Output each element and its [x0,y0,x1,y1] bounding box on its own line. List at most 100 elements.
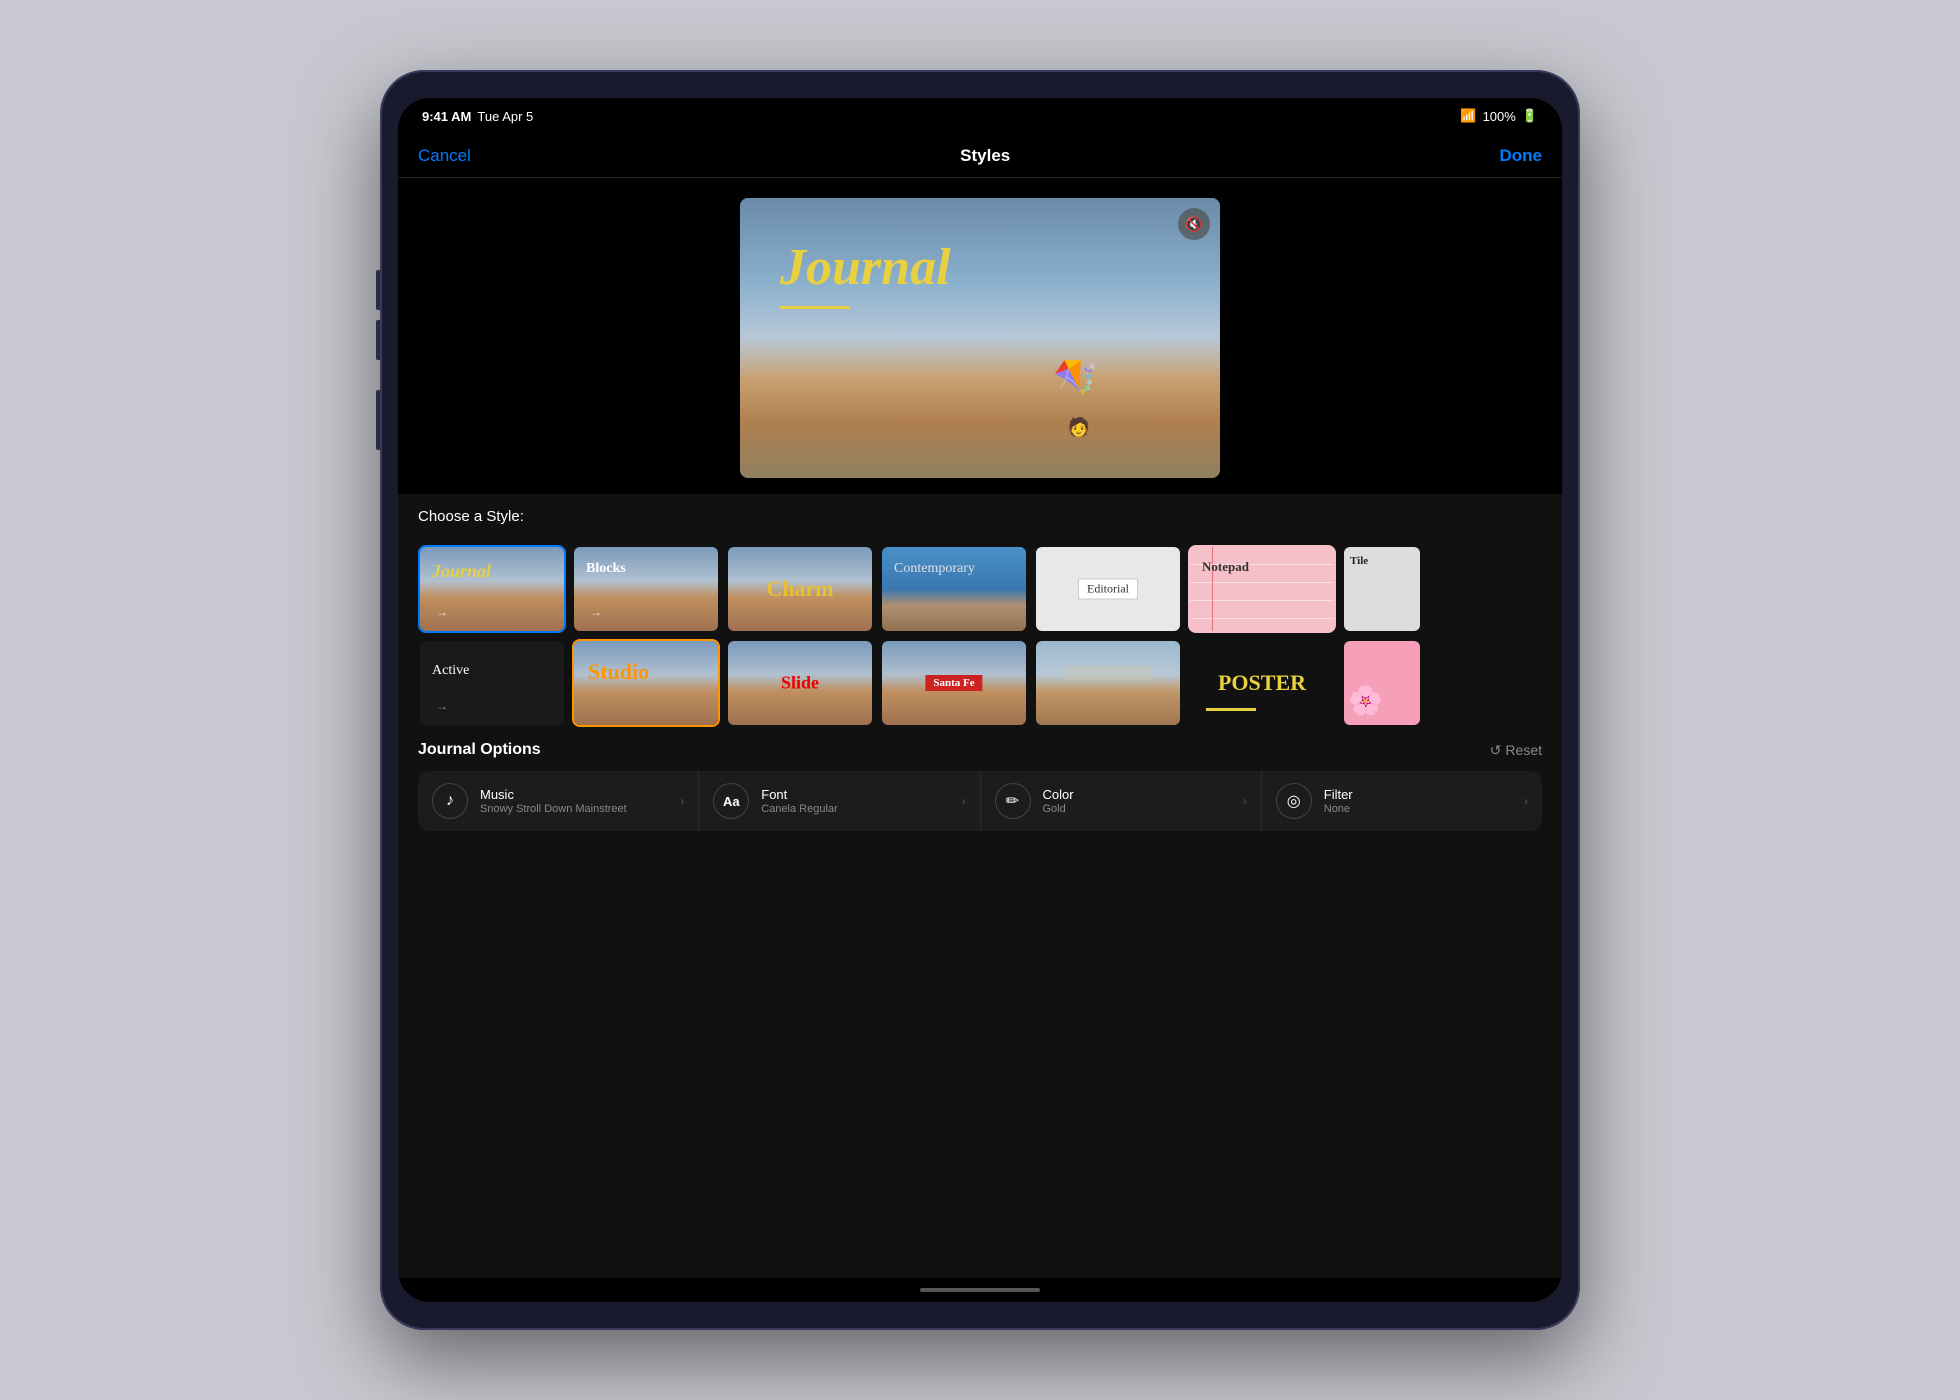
poster-underline [1206,708,1256,711]
home-bar[interactable] [920,1288,1040,1292]
done-button[interactable]: Done [1499,146,1542,166]
chevron-color-icon: › [1243,794,1247,808]
thumb-arrow-active: → [436,699,448,713]
volume-up-button[interactable] [376,270,380,310]
wifi-icon: 📶 [1460,108,1476,124]
thumb-label-blocks: Blocks [586,561,626,577]
thumb-label-active: Active [432,663,469,679]
thumb-arrow-journal: → [436,605,448,619]
chevron-music-icon: › [680,794,684,808]
option-value-filter: None [1324,803,1512,815]
preview-area: Journal 🪁 🧑 🔇 [398,178,1562,494]
filter-icon: ◎ [1287,791,1301,811]
style-thumb-slide[interactable]: Slide [726,639,874,727]
color-icon-bg: ✏ [995,783,1031,819]
cancel-button[interactable]: Cancel [418,146,471,166]
reset-button[interactable]: ↺ Reset [1490,742,1542,759]
thumb-label-tile: Tile [1350,555,1368,567]
reset-label: Reset [1505,742,1542,758]
style-row-2: Active → Studio Slide [418,639,1542,727]
choose-style-label: Choose a Style: [418,508,1542,525]
style-thumb-journal[interactable]: Journal → [418,545,566,633]
option-label-music: Music [480,787,668,802]
thumb-label-charm: Charm [766,576,833,602]
preview-underline [780,306,850,309]
style-row-1: Journal → Blocks → Charm [418,545,1542,633]
style-thumb-blocks[interactable]: Blocks → [572,545,720,633]
thumb-label-contemporary: Contemporary [894,561,975,577]
option-label-filter: Filter [1324,787,1512,802]
options-row: ♪ Music Snowy Stroll Down Mainstreet › A… [418,771,1542,831]
style-thumb-unnamed[interactable] [1034,639,1182,727]
options-header: Journal Options ↺ Reset [418,741,1542,759]
battery-icon: 🔋 [1522,108,1538,124]
style-section: Choose a Style: [398,494,1562,545]
style-thumb-poster[interactable]: POSTER [1188,639,1336,727]
thumb-label-santafe: Santa Fe [925,675,982,691]
thumb-label-studio: Studio [588,659,649,685]
chevron-font-icon: › [962,794,966,808]
style-thumb-studio[interactable]: Studio [572,639,720,727]
style-thumb-notepad[interactable]: Notepad [1188,545,1336,633]
font-icon-bg: Aa [713,783,749,819]
status-time: 9:41 AM [422,109,471,124]
option-font[interactable]: Aa Font Canela Regular › [699,771,980,831]
power-button[interactable] [376,390,380,450]
option-color[interactable]: ✏ Color Gold › [981,771,1262,831]
kite-decoration: 🪁 [1051,351,1105,403]
option-music[interactable]: ♪ Music Snowy Stroll Down Mainstreet › [418,771,699,831]
home-indicator [398,1278,1562,1302]
page-title: Styles [960,146,1010,166]
options-title: Journal Options [418,741,541,759]
ipad-device: 9:41 AM Tue Apr 5 📶 100% 🔋 Cancel Styles… [380,70,1580,1330]
ipad-screen: 9:41 AM Tue Apr 5 📶 100% 🔋 Cancel Styles… [398,98,1562,1302]
battery-level: 100% [1483,109,1516,124]
thumb-label-journal: Journal [432,561,491,582]
thumb-label-editorial: Editorial [1078,579,1138,600]
option-label-font: Font [761,787,949,802]
option-label-color: Color [1043,787,1231,802]
option-value-music: Snowy Stroll Down Mainstreet [480,803,668,815]
thumb-arrow-blocks: → [590,605,602,619]
chevron-filter-icon: › [1524,794,1528,808]
preview-title: Journal [780,238,951,297]
music-icon: ♪ [446,792,454,810]
filter-icon-bg: ◎ [1276,783,1312,819]
style-thumb-tile[interactable]: Tile [1342,545,1422,633]
thumb-label-notepad: Notepad [1202,559,1249,575]
thumb-label-slide: Slide [781,673,819,694]
reset-icon: ↺ [1490,742,1502,759]
music-icon-bg: ♪ [432,783,468,819]
style-thumb-editorial[interactable]: Editorial [1034,545,1182,633]
option-value-font: Canela Regular [761,803,949,815]
style-thumb-flower[interactable]: 🌸 [1342,639,1422,727]
nav-bar: Cancel Styles Done [398,134,1562,178]
font-icon: Aa [723,794,740,809]
option-text-font: Font Canela Regular [761,787,949,815]
status-bar: 9:41 AM Tue Apr 5 📶 100% 🔋 [398,98,1562,134]
option-text-filter: Filter None [1324,787,1512,815]
mute-icon: 🔇 [1185,216,1202,233]
option-value-color: Gold [1043,803,1231,815]
status-date: Tue Apr 5 [477,109,533,124]
option-text-color: Color Gold [1043,787,1231,815]
style-grid: Journal → Blocks → Charm [398,545,1562,727]
volume-down-button[interactable] [376,320,380,360]
color-icon: ✏ [1006,791,1019,811]
mute-button[interactable]: 🔇 [1178,208,1210,240]
flower-icon: 🌸 [1348,684,1383,717]
thumb-label-poster: POSTER [1218,670,1306,696]
style-thumb-active[interactable]: Active → [418,639,566,727]
main-content: Journal 🪁 🧑 🔇 Choose a Style: [398,178,1562,1278]
option-text-music: Music Snowy Stroll Down Mainstreet [480,787,668,815]
person-decoration: 🧑 [1068,417,1090,438]
unnamed-bar [1065,666,1151,680]
options-section: Journal Options ↺ Reset ♪ Music [398,727,1562,841]
preview-background: Journal 🪁 🧑 [740,198,1220,478]
preview-frame: Journal 🪁 🧑 🔇 [740,198,1220,478]
option-filter[interactable]: ◎ Filter None › [1262,771,1542,831]
style-thumb-contemporary[interactable]: Contemporary [880,545,1028,633]
style-thumb-charm[interactable]: Charm [726,545,874,633]
style-thumb-santafe[interactable]: Santa Fe [880,639,1028,727]
status-right: 📶 100% 🔋 [1460,108,1538,124]
